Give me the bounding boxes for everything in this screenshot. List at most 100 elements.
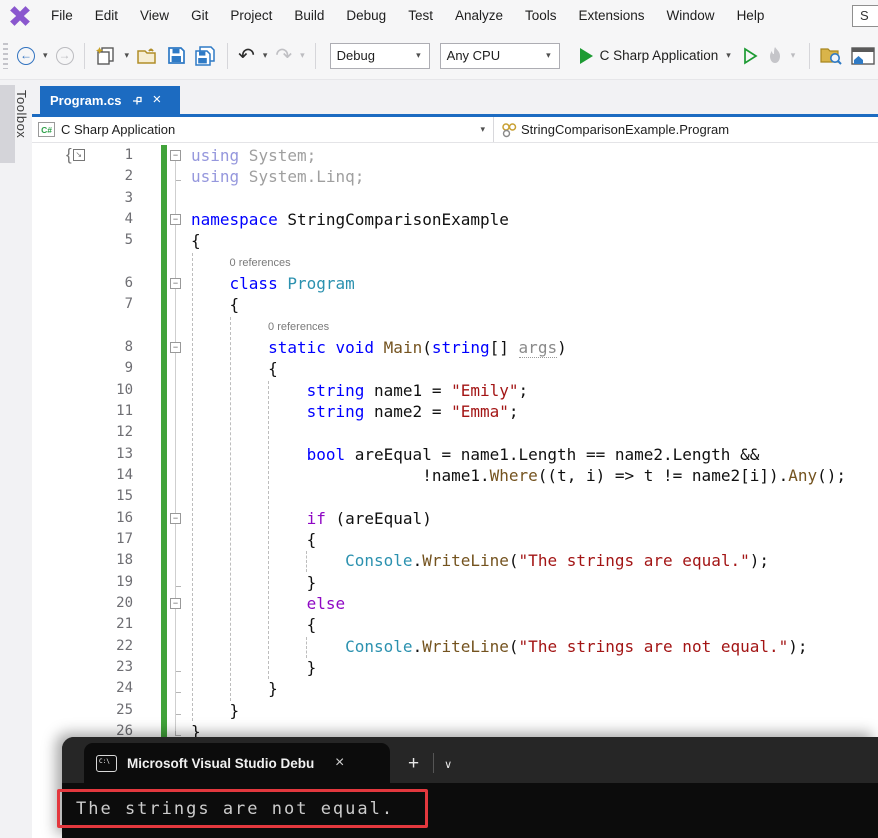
code-line[interactable]: string name1 = "Emily"; [191,380,529,401]
code-line[interactable]: { [191,614,317,635]
menu-item-project[interactable]: Project [219,0,283,32]
search-input[interactable]: S [852,5,878,27]
code-line[interactable]: class Program [191,273,355,294]
code-line-row: 21 { [32,614,878,636]
solution-explorer-button[interactable] [849,41,877,71]
code-token: ; [518,380,529,400]
save-all-button[interactable] [192,41,219,71]
symbol-dropdown[interactable]: StringComparisonExample.Program [494,117,878,142]
menu-item-git[interactable]: Git [180,0,219,32]
code-token: bool [306,444,346,464]
menu-item-edit[interactable]: Edit [84,0,129,32]
platform-value: Any CPU [446,48,501,63]
pin-icon[interactable] [131,94,144,107]
code-line[interactable]: } [191,572,317,593]
new-project-caret[interactable]: ▾ [123,50,132,61]
save-button[interactable] [165,41,188,71]
fold-collapse-icon[interactable]: − [170,277,181,289]
codelens-references[interactable]: 0 references [191,252,291,273]
symbol-name: StringComparisonExample.Program [521,122,730,137]
code-token: args [518,337,558,358]
code-line[interactable]: Console.WriteLine("The strings are not e… [191,636,807,657]
undo-dropdown-caret[interactable]: ▾ [261,50,270,61]
code-line-row: 22 Console.WriteLine("The strings are no… [32,635,878,657]
code-line-row: 11 string name2 = "Emma"; [32,400,878,423]
open-file-button[interactable] [135,41,161,71]
code-line[interactable]: { [191,529,317,550]
code-line-row: 17 { [32,528,878,551]
code-line[interactable]: !name1.Where((t, i) => t != name2[i]).An… [191,465,846,486]
visual-studio-logo-icon [10,6,30,26]
menu-item-tools[interactable]: Tools [514,0,568,32]
fold-collapse-icon[interactable]: − [170,213,181,225]
menu-item-analyze[interactable]: Analyze [444,0,514,32]
line-number: 4 [124,210,133,227]
code-line[interactable]: } [191,657,317,678]
solution-platform-combo[interactable]: Any CPU ▾ [439,42,560,69]
code-token: StringComparisonExample [277,209,509,229]
hot-reload-caret[interactable]: ▾ [789,50,798,61]
code-token: Console [345,551,413,571]
start-without-debugging-button[interactable] [739,41,761,71]
fold-collapse-icon[interactable]: − [170,597,181,609]
undo-button[interactable]: ↶ [236,41,257,71]
new-project-button[interactable] [93,41,119,71]
codelens-references[interactable]: 0 references [191,316,329,337]
class-icon [502,122,517,137]
code-line[interactable]: namespace StringComparisonExample [191,209,509,230]
code-editor[interactable]: { ↘ 1− using System; 2 using System.Linq; 3 4… [32,143,878,838]
indent-guide [230,317,231,701]
menu-item-test[interactable]: Test [397,0,444,32]
navigate-forward-button[interactable]: → [54,41,76,71]
solution-configuration-combo[interactable]: Debug ▾ [329,42,430,69]
terminal-tab[interactable]: C:\ Microsoft Visual Studio Debu × [84,743,390,783]
menu-item-window[interactable]: Window [656,0,726,32]
fold-collapse-icon[interactable]: − [170,150,181,161]
code-line[interactable]: } [191,678,278,699]
fold-collapse-icon[interactable]: − [170,341,181,353]
line-number: 9 [124,360,133,377]
code-token: ( [508,636,519,656]
menu-item-file[interactable]: File [40,0,84,32]
find-in-files-button[interactable] [818,41,845,71]
line-number [102,252,137,273]
close-icon[interactable]: × [153,92,162,107]
terminal-tab-title: Microsoft Visual Studio Debu [127,755,315,771]
navigate-back-button[interactable]: ← [15,41,37,71]
start-debugging-button[interactable]: C Sharp Application ▾ [570,41,735,71]
code-line[interactable]: Console.WriteLine("The strings are equal… [191,550,769,571]
menu-item-view[interactable]: View [129,0,180,32]
code-token: Main [383,337,423,357]
code-line[interactable]: { [191,294,240,315]
code-line[interactable]: static void Main(string[] args) [191,337,567,358]
toolbar-separator [809,42,811,69]
code-line[interactable]: if (areEqual) [191,508,432,529]
back-dropdown-caret[interactable]: ▾ [41,50,50,61]
code-line[interactable]: using System; [191,145,316,166]
sidebar-item-toolbox[interactable]: Toolbox [14,90,29,138]
toolbar-grip[interactable] [3,42,8,69]
code-line[interactable]: bool areEqual = name1.Length == name2.Le… [191,444,760,465]
menu-item-extensions[interactable]: Extensions [568,0,656,32]
redo-button[interactable]: ↷ [273,41,294,71]
menu-item-help[interactable]: Help [726,0,776,32]
tab-options-chevron[interactable]: ∨ [444,758,452,771]
fold-collapse-icon[interactable]: − [170,512,181,524]
close-icon[interactable]: × [335,754,344,772]
new-tab-button[interactable]: + [408,753,419,775]
menu-item-debug[interactable]: Debug [335,0,397,32]
tab-program-cs[interactable]: Program.cs × [40,86,180,114]
redo-dropdown-caret[interactable]: ▾ [298,50,307,61]
code-token: } [191,572,317,592]
code-line[interactable]: using System.Linq; [191,166,364,187]
line-number: 6 [124,274,133,291]
hot-reload-button[interactable] [765,41,785,71]
code-line[interactable]: string name2 = "Emma"; [191,401,519,422]
code-line[interactable]: { [191,230,201,251]
code-token: "The strings are not equal." [518,636,789,656]
project-dropdown[interactable]: C# C Sharp Application ▾ [32,117,494,142]
menu-item-build[interactable]: Build [283,0,335,32]
code-line[interactable]: } [191,700,240,721]
code-line[interactable]: { [191,358,278,379]
